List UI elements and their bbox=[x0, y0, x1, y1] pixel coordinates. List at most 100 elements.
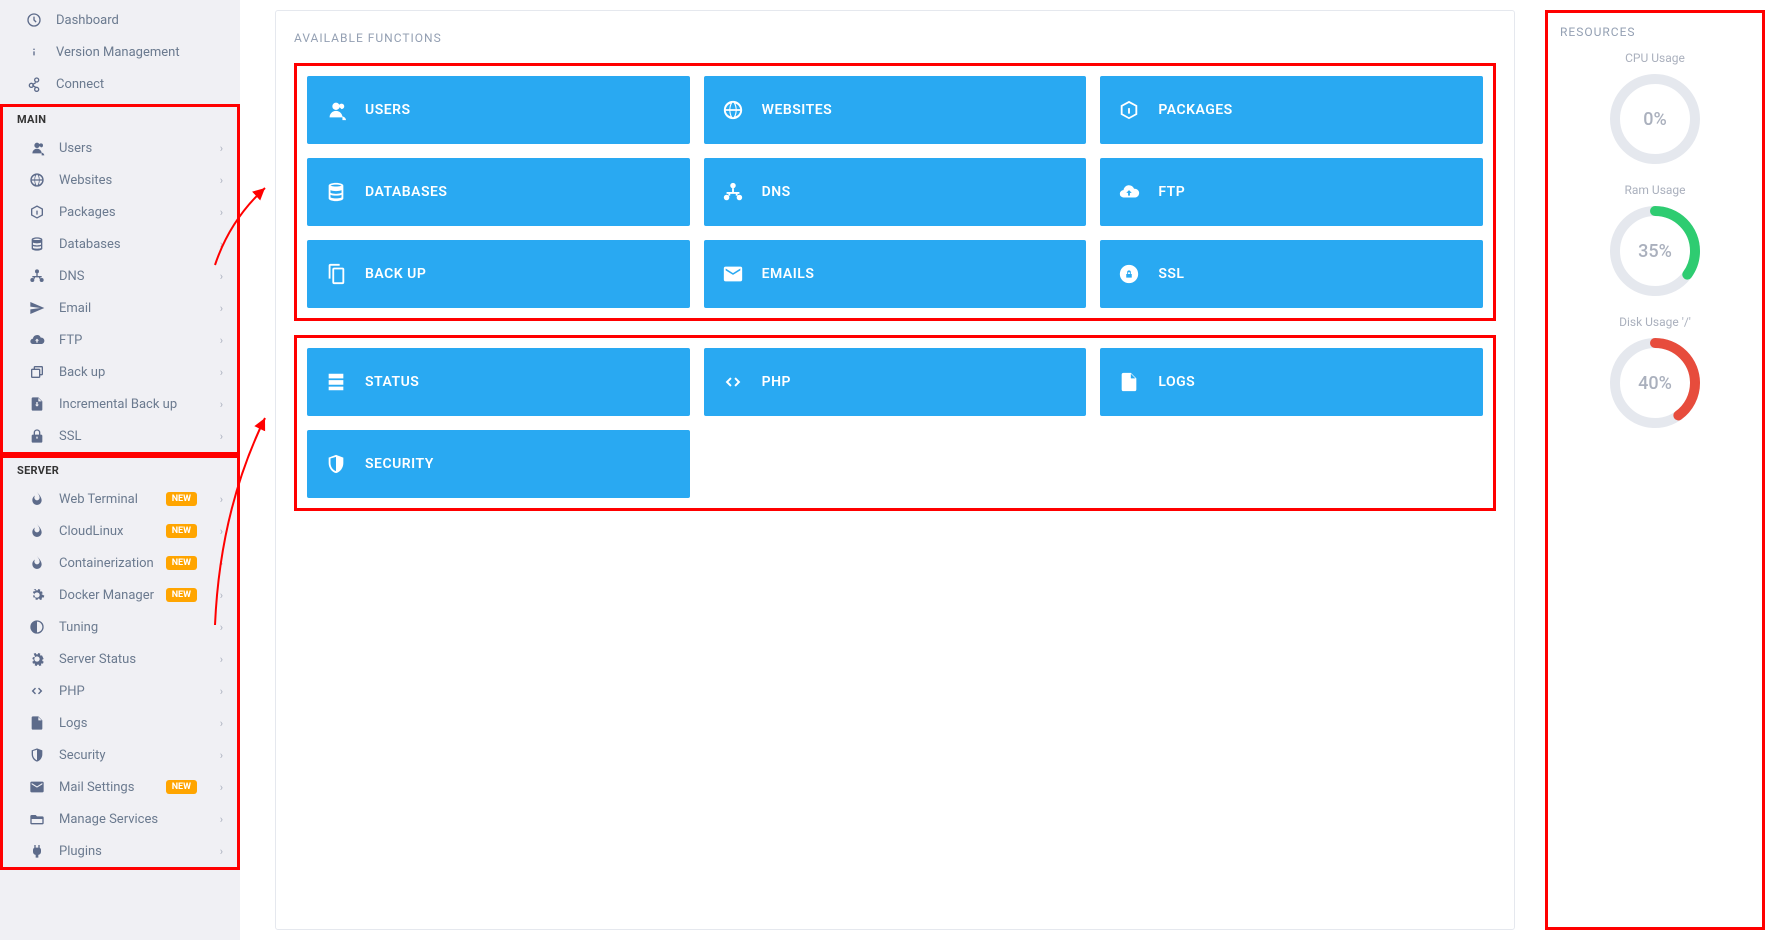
tile-dns[interactable]: DNS bbox=[704, 158, 1087, 226]
sidebar-item-users[interactable]: Users› bbox=[3, 132, 237, 164]
gauge-disk-usage-: Disk Usage '/' 40% bbox=[1560, 315, 1750, 429]
sidebar-item-label: Security bbox=[59, 748, 106, 763]
chevron-right-icon: › bbox=[220, 398, 223, 411]
sidebar-item-tuning[interactable]: Tuning› bbox=[3, 611, 237, 643]
sidebar-item-databases[interactable]: Databases› bbox=[3, 228, 237, 260]
functions-title: AVAILABLE FUNCTIONS bbox=[294, 31, 1496, 45]
tile-label: DNS bbox=[762, 184, 791, 200]
tile-packages[interactable]: PACKAGES bbox=[1100, 76, 1483, 144]
tile-databases[interactable]: DATABASES bbox=[307, 158, 690, 226]
sidebar-item-label: Tuning bbox=[59, 620, 98, 635]
tile-label: STATUS bbox=[365, 374, 419, 390]
sidebar-item-dashboard[interactable]: Dashboard bbox=[0, 4, 240, 36]
gauge-cpu-usage: CPU Usage 0% bbox=[1560, 51, 1750, 165]
plug-icon bbox=[29, 843, 45, 859]
tile-status[interactable]: STATUS bbox=[307, 348, 690, 416]
incremental-backup-icon bbox=[29, 396, 45, 412]
sidebar-item-connect[interactable]: Connect bbox=[0, 68, 240, 100]
ftp-icon bbox=[29, 332, 45, 348]
tile-security[interactable]: SECURITY bbox=[307, 430, 690, 498]
sidebar-item-label: Containerization bbox=[59, 556, 154, 571]
file-icon bbox=[29, 715, 45, 731]
cogs-icon bbox=[29, 587, 45, 603]
sidebar-item-server-status[interactable]: Server Status › bbox=[3, 643, 237, 675]
tile-ssl[interactable]: SSL bbox=[1100, 240, 1483, 308]
sidebar-item-incremental-back-up[interactable]: Incremental Back up › bbox=[3, 388, 237, 420]
sidebar-item-label: Users bbox=[59, 141, 92, 156]
sidebar-item-plugins[interactable]: Plugins› bbox=[3, 835, 237, 867]
sidebar-item-label: PHP bbox=[59, 684, 85, 699]
tile-logs[interactable]: LOGS bbox=[1100, 348, 1483, 416]
file-icon bbox=[1118, 371, 1140, 393]
sidebar-item-label: Mail Settings bbox=[59, 780, 134, 795]
tile-label: USERS bbox=[365, 102, 411, 118]
sidebar-item-web-terminal[interactable]: Web TerminalNEW› bbox=[3, 483, 237, 515]
sidebar-item-containerization[interactable]: ContainerizationNEW› bbox=[3, 547, 237, 579]
tile-label: PHP bbox=[762, 374, 791, 390]
gauge-ring: 40% bbox=[1609, 337, 1701, 429]
sidebar-item-email[interactable]: Email› bbox=[3, 292, 237, 324]
sidebar-item-mail-settings[interactable]: Mail Settings NEW › bbox=[3, 771, 237, 803]
dashboard-icon bbox=[26, 12, 42, 28]
sidebar-item-label: Websites bbox=[59, 173, 112, 188]
sidebar-item-docker-manager[interactable]: Docker ManagerNEW› bbox=[3, 579, 237, 611]
sidebar-item-logs[interactable]: Logs› bbox=[3, 707, 237, 739]
sidebar-item-label: Databases bbox=[59, 237, 121, 252]
chevron-right-icon: › bbox=[220, 749, 223, 762]
tile-php[interactable]: PHP bbox=[704, 348, 1087, 416]
functions-panel: AVAILABLE FUNCTIONS USERS WEBSITESPACKAGE… bbox=[275, 10, 1515, 930]
sidebar-item-php[interactable]: PHP› bbox=[3, 675, 237, 707]
sidebar-item-label: Email bbox=[59, 301, 91, 316]
sidebar-item-ssl[interactable]: SSL› bbox=[3, 420, 237, 452]
tile-websites[interactable]: WEBSITES bbox=[704, 76, 1087, 144]
sidebar-item-label: Manage Services bbox=[59, 812, 158, 827]
sidebar-item-ftp[interactable]: FTP› bbox=[3, 324, 237, 356]
users-icon bbox=[29, 140, 45, 156]
gauge-label: CPU Usage bbox=[1560, 51, 1750, 65]
sidebar-item-label: DNS bbox=[59, 269, 85, 284]
send-icon bbox=[29, 300, 45, 316]
tile-label: BACK UP bbox=[365, 266, 426, 282]
sidebar-item-label: Docker Manager bbox=[59, 588, 154, 603]
tile-users[interactable]: USERS bbox=[307, 76, 690, 144]
sidebar-item-version-management[interactable]: Version Management bbox=[0, 36, 240, 68]
tile-back-up[interactable]: BACK UP bbox=[307, 240, 690, 308]
sidebar-item-label: SSL bbox=[59, 429, 81, 444]
connect-icon bbox=[26, 76, 42, 92]
chevron-right-icon: › bbox=[220, 589, 223, 602]
tile-ftp[interactable]: FTP bbox=[1100, 158, 1483, 226]
sidebar-item-security[interactable]: Security › bbox=[3, 739, 237, 771]
new-badge: NEW bbox=[166, 780, 197, 794]
sidebar-item-packages[interactable]: Packages› bbox=[3, 196, 237, 228]
sidebar-item-manage-services[interactable]: Manage Services› bbox=[3, 803, 237, 835]
chevron-right-icon: › bbox=[220, 334, 223, 347]
gauge-ram-usage: Ram Usage 35% bbox=[1560, 183, 1750, 297]
sidebar-item-label: Incremental Back up bbox=[59, 397, 177, 412]
tile-emails[interactable]: EMAILS bbox=[704, 240, 1087, 308]
sidebar-item-label: Plugins bbox=[59, 844, 102, 859]
code-icon bbox=[29, 683, 45, 699]
sidebar-item-label: Web Terminal bbox=[59, 492, 138, 507]
shield-icon bbox=[29, 747, 45, 763]
sidebar-item-back-up[interactable]: Back up› bbox=[3, 356, 237, 388]
chevron-right-icon: › bbox=[220, 781, 223, 794]
fire-icon bbox=[29, 491, 45, 507]
dns-icon bbox=[722, 181, 744, 203]
gauge-value: 0% bbox=[1609, 73, 1701, 165]
sidebar-item-dns[interactable]: DNS › bbox=[3, 260, 237, 292]
sidebar-item-websites[interactable]: Websites› bbox=[3, 164, 237, 196]
sidebar-item-label: Connect bbox=[56, 77, 104, 92]
sidebar-item-label: Dashboard bbox=[56, 13, 119, 28]
tile-label: DATABASES bbox=[365, 184, 447, 200]
globe-icon bbox=[722, 99, 744, 121]
chevron-right-icon: › bbox=[220, 653, 223, 666]
chevron-right-icon: › bbox=[220, 493, 223, 506]
sidebar-item-label: Server Status bbox=[59, 652, 136, 667]
chevron-right-icon: › bbox=[220, 270, 223, 283]
users-icon bbox=[325, 99, 347, 121]
folder-open-icon bbox=[29, 811, 45, 827]
tile-group-2: STATUS PHP LOGS SECURITY bbox=[294, 335, 1496, 511]
sidebar-item-cloudlinux[interactable]: CloudLinuxNEW› bbox=[3, 515, 237, 547]
sidebar-item-label: Back up bbox=[59, 365, 105, 380]
gauge-ring: 35% bbox=[1609, 205, 1701, 297]
